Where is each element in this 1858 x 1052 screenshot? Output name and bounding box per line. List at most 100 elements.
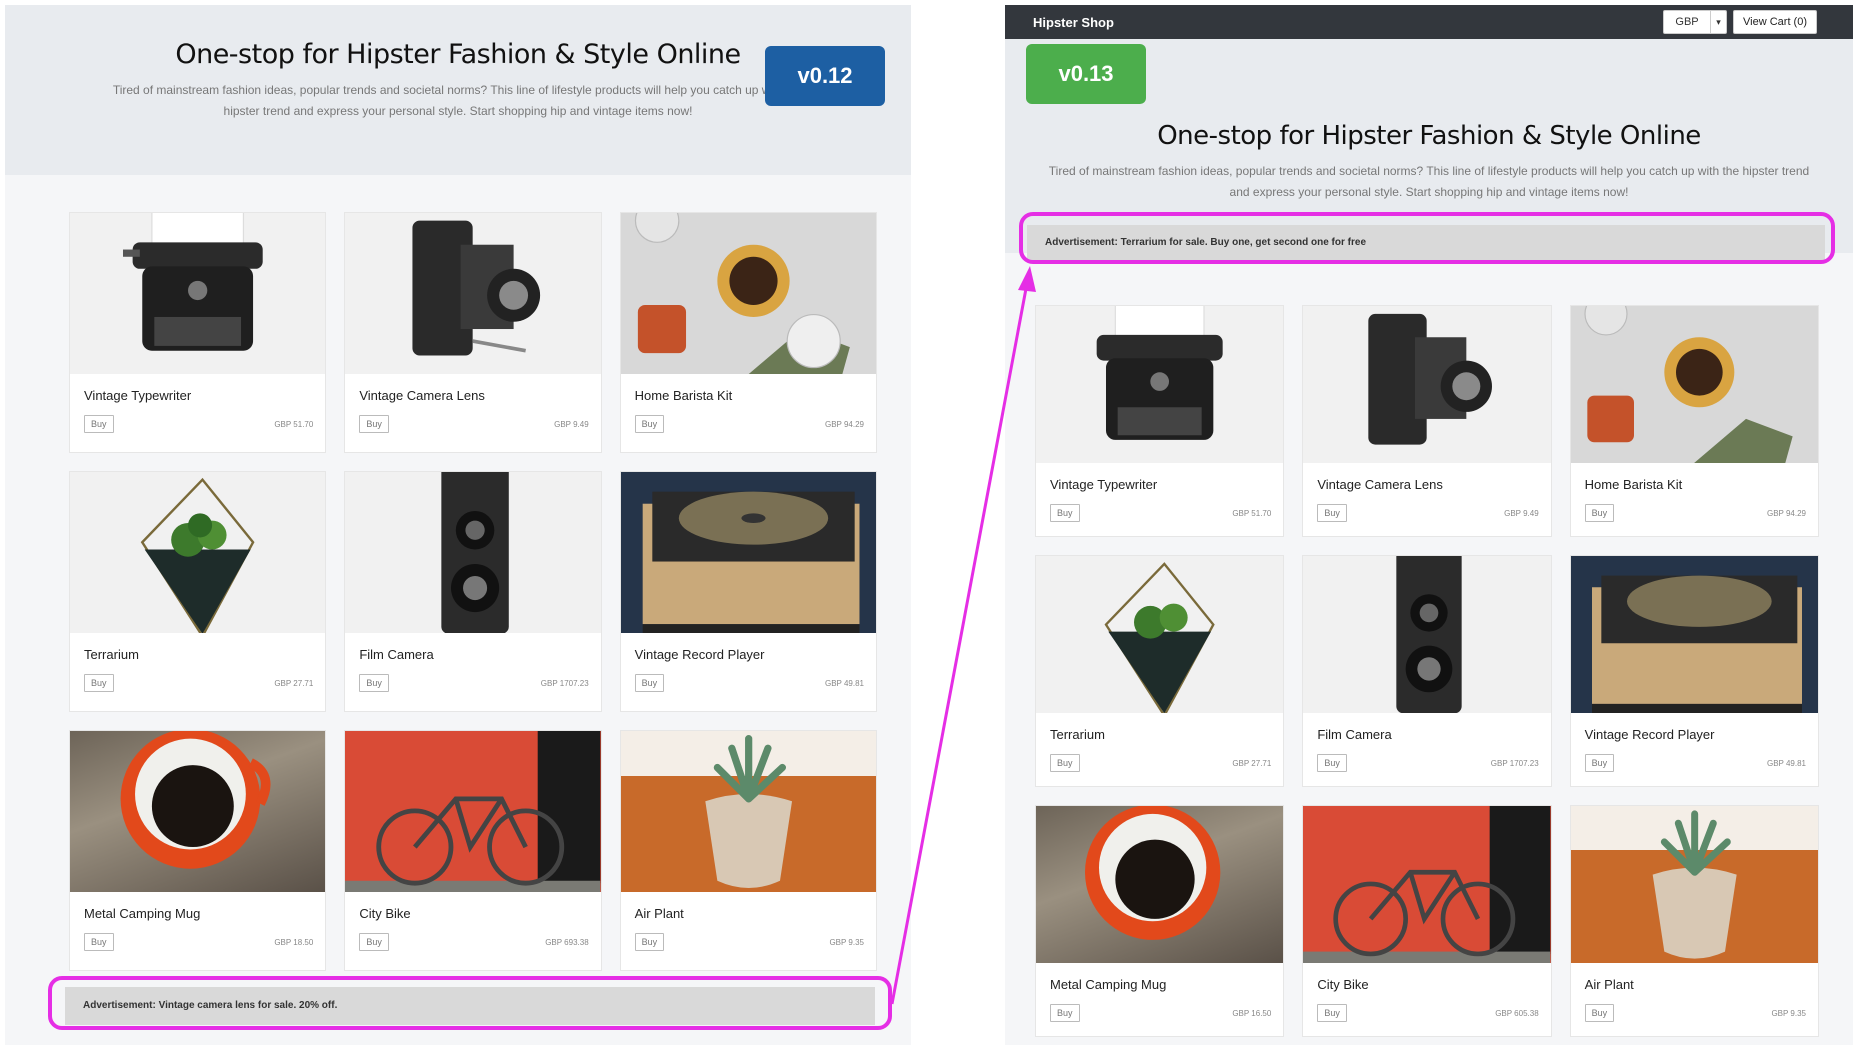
coffee-icon[interactable] [620,213,876,374]
product-price: GBP 9.49 [554,419,589,429]
terrarium-icon[interactable] [1036,556,1284,713]
typewriter-icon[interactable] [70,213,326,374]
mug-icon[interactable] [70,731,326,892]
buy-button[interactable]: Buy [1317,1004,1347,1022]
mug-icon[interactable] [1036,806,1284,963]
terrarium-icon[interactable] [70,472,326,633]
typewriter-icon[interactable] [1036,306,1284,463]
buy-button[interactable]: Buy [84,674,114,692]
highlight-frame-right [1019,212,1835,264]
bike-icon[interactable] [345,731,601,892]
product-name[interactable]: Vintage Camera Lens [1317,477,1538,492]
product-card[interactable]: Air Plant Buy GBP 9.35 [1569,805,1819,1037]
product-grid: Vintage Typewriter Buy GBP 51.70 Vintage … [69,212,877,971]
plant-icon[interactable] [620,731,876,892]
product-card[interactable]: Vintage Typewriter Buy GBP 51.70 [69,212,327,453]
buy-button[interactable]: Buy [1584,754,1615,772]
product-name[interactable]: Terrarium [84,647,313,662]
buy-button[interactable]: Buy [634,415,665,433]
product-card[interactable]: Vintage Record Player Buy GBP 49.81 [1569,555,1819,787]
product-price: GBP 9.35 [829,937,864,947]
record-player-icon[interactable] [620,472,876,633]
currency-select[interactable]: GBP ▾ [1663,10,1728,34]
product-name[interactable]: Film Camera [359,647,588,662]
product-card[interactable]: Vintage Typewriter Buy GBP 51.70 [1035,305,1285,537]
buy-button[interactable]: Buy [359,674,389,692]
product-name[interactable]: Air Plant [1585,977,1806,992]
record-player-icon[interactable] [1570,556,1818,713]
buy-button[interactable]: Buy [359,933,389,951]
version-badge-new: v0.13 [1026,44,1146,104]
buy-button[interactable]: Buy [1584,504,1615,522]
product-name[interactable]: Vintage Record Player [1585,727,1806,742]
tlr-camera-icon[interactable] [345,472,601,633]
product-card[interactable]: Vintage Camera Lens Buy GBP 9.49 [344,212,602,453]
product-price: GBP 51.70 [1232,508,1272,518]
product-card[interactable]: Terrarium Buy GBP 27.71 [69,471,327,712]
product-price: GBP 27.71 [274,678,314,688]
product-name[interactable]: Air Plant [635,906,864,921]
product-name[interactable]: Vintage Record Player [635,647,864,662]
product-price: GBP 605.38 [1495,1008,1539,1018]
bike-icon[interactable] [1303,806,1551,963]
currency-value: GBP [1675,16,1699,28]
product-card[interactable]: Vintage Camera Lens Buy GBP 9.49 [1302,305,1552,537]
brand-logo[interactable]: Hipster Shop [1033,15,1114,30]
product-name[interactable]: Terrarium [1050,727,1271,742]
product-card[interactable]: Home Barista Kit Buy GBP 94.29 [619,212,877,453]
product-name[interactable]: City Bike [359,906,588,921]
buy-button[interactable]: Buy [1050,504,1080,522]
product-name[interactable]: Vintage Camera Lens [359,388,588,403]
product-price: GBP 94.29 [825,419,864,429]
buy-button[interactable]: Buy [1317,504,1347,522]
product-name[interactable]: Metal Camping Mug [84,906,313,921]
product-name[interactable]: Home Barista Kit [1585,477,1806,492]
product-price: GBP 1707.23 [540,678,589,688]
folding-camera-icon[interactable] [1303,306,1551,463]
product-card[interactable]: Vintage Record Player Buy GBP 49.81 [619,471,877,712]
product-card[interactable]: Terrarium Buy GBP 27.71 [1035,555,1285,787]
buy-button[interactable]: Buy [1584,1004,1615,1022]
product-price: GBP 94.29 [1766,508,1806,518]
buy-button[interactable]: Buy [1050,1004,1080,1022]
product-name[interactable]: City Bike [1317,977,1538,992]
buy-button[interactable]: Buy [1050,754,1080,772]
coffee-icon[interactable] [1570,306,1818,463]
screenshot-v0-13: Hipster Shop GBP ▾ View Cart (0) One-sto… [1005,5,1853,1045]
product-price: GBP 9.35 [1771,1008,1806,1018]
version-badge-old: v0.12 [765,46,885,106]
product-price: GBP 51.70 [274,419,314,429]
screenshot-v0-12: One-stop for Hipster Fashion & Style Onl… [5,5,911,1045]
product-name[interactable]: Vintage Typewriter [1050,477,1271,492]
product-card[interactable]: Metal Camping Mug Buy GBP 18.50 [69,730,327,971]
product-card[interactable]: Film Camera Buy GBP 1707.23 [1302,555,1552,787]
product-name[interactable]: Home Barista Kit [635,388,864,403]
view-cart-button[interactable]: View Cart (0) [1733,10,1817,34]
product-card[interactable]: City Bike Buy GBP 605.38 [1302,805,1552,1037]
product-price: GBP 693.38 [545,937,589,947]
product-card[interactable]: Air Plant Buy GBP 9.35 [619,730,877,971]
product-card[interactable]: City Bike Buy GBP 693.38 [344,730,602,971]
product-name[interactable]: Vintage Typewriter [84,388,313,403]
product-price: GBP 49.81 [1766,758,1806,768]
buy-button[interactable]: Buy [634,674,665,692]
product-card[interactable]: Film Camera Buy GBP 1707.23 [344,471,602,712]
product-price: GBP 18.50 [274,937,314,947]
product-price: GBP 49.81 [825,678,864,688]
tlr-camera-icon[interactable] [1303,556,1551,713]
buy-button[interactable]: Buy [1317,754,1347,772]
product-price: GBP 9.49 [1504,508,1539,518]
product-card[interactable]: Metal Camping Mug Buy GBP 16.50 [1035,805,1285,1037]
buy-button[interactable]: Buy [634,933,665,951]
product-name[interactable]: Film Camera [1317,727,1538,742]
plant-icon[interactable] [1570,806,1818,963]
product-price: GBP 16.50 [1232,1008,1272,1018]
buy-button[interactable]: Buy [359,415,389,433]
product-price: GBP 1707.23 [1490,758,1539,768]
buy-button[interactable]: Buy [84,415,114,433]
hero-tagline: Tired of mainstream fashion ideas, popul… [112,83,804,118]
folding-camera-icon[interactable] [345,213,601,374]
buy-button[interactable]: Buy [84,933,114,951]
product-name[interactable]: Metal Camping Mug [1050,977,1271,992]
product-card[interactable]: Home Barista Kit Buy GBP 94.29 [1569,305,1819,537]
